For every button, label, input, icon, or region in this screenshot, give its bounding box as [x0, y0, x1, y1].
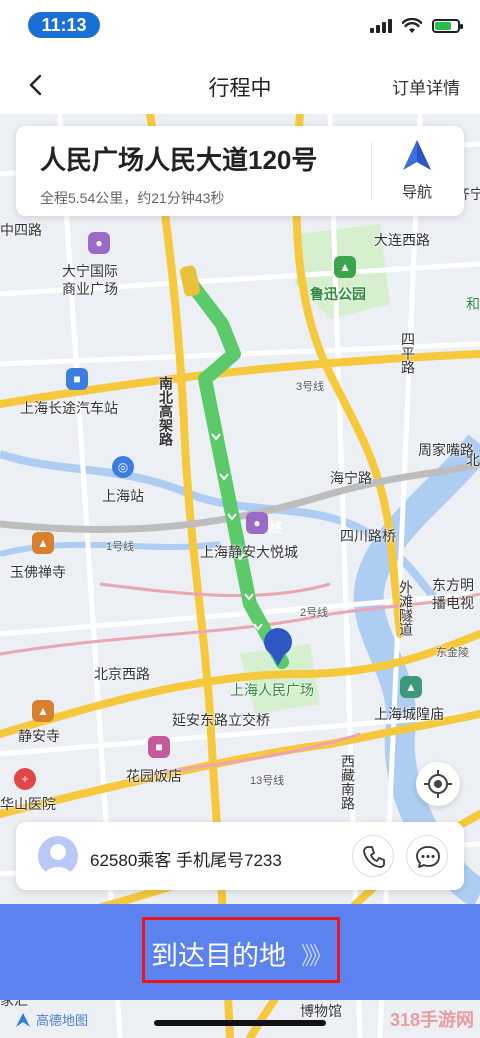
- map-label-haining: 海宁路: [330, 470, 372, 486]
- navigation-arrow-icon: [403, 140, 431, 170]
- double-chevron-icon: 》》: [301, 943, 333, 970]
- amap-logo-text: 高德地图: [36, 1013, 89, 1028]
- map-label-jinling: 东金陵: [436, 647, 469, 659]
- phone-icon: [363, 846, 385, 868]
- message-icon: [416, 846, 440, 868]
- locate-icon: [424, 770, 452, 798]
- map-label-siping: 四平路: [400, 332, 416, 374]
- map-label-waitan: 外滩隧道: [398, 580, 414, 636]
- status-icons: [370, 18, 463, 34]
- map-label-garden-hotel: 花园饭店: [126, 768, 182, 784]
- status-time: 11:13: [28, 12, 100, 38]
- locate-button[interactable]: [416, 762, 460, 806]
- map-label-oriental: 东方明 播电视: [432, 577, 474, 611]
- avatar: [38, 836, 78, 876]
- hotel-poi-icon: ■: [148, 736, 170, 758]
- map-label-huashan: 华山医院: [0, 796, 56, 812]
- nav-bar: 行程中 订单详情: [0, 56, 480, 114]
- map-label-coach: 上海长途汽车站: [20, 400, 118, 416]
- map-label-yanan: 延安东路立交桥: [172, 712, 270, 728]
- map-label-line13: 13号线: [250, 775, 285, 787]
- park-poi-icon: ▲: [334, 256, 356, 278]
- map-label-jingan-temple: 静安寺: [18, 728, 60, 744]
- amap-logo-icon: [16, 1012, 30, 1027]
- map-label-city-god: 上海城隍庙: [374, 706, 444, 722]
- bottom-strip: 高德地图 318手游网: [0, 1000, 480, 1038]
- highlight-box: 到达目的地 》》: [142, 917, 340, 983]
- message-button[interactable]: [406, 835, 448, 877]
- wifi-icon: [402, 18, 422, 33]
- train-poi-icon: ◎: [112, 456, 134, 478]
- map-label-jade-temple: 玉佛禅寺: [10, 564, 66, 580]
- map-label-luxun: 鲁迅公园: [310, 286, 366, 302]
- temple-poi-icon: ▲: [32, 532, 54, 554]
- order-detail-link[interactable]: 订单详情: [392, 74, 460, 99]
- map-label-jingan-joy: 上海静安大悦城: [200, 544, 298, 560]
- map-label-bei: 北: [466, 452, 480, 468]
- passenger-info: 62580乘客 手机尾号7233: [90, 851, 282, 870]
- map-label-line1: 1号线: [106, 541, 135, 553]
- map-label-daning: 大宁国际 商业广场: [62, 263, 118, 297]
- call-button[interactable]: [352, 835, 394, 877]
- route-summary: 全程5.54公里，约21分钟43秒: [40, 190, 225, 206]
- home-indicator[interactable]: [154, 1020, 326, 1026]
- hospital-poi-icon: +: [14, 768, 36, 790]
- passenger-card: 62580乘客 手机尾号7233: [16, 822, 464, 890]
- mall-poi-icon: ●: [246, 512, 268, 534]
- map-label-sichuan-bridge: 四川路桥: [340, 528, 396, 544]
- map-label-beijing-rd: 北京西路: [94, 666, 150, 682]
- map-label-station: 上海站: [102, 488, 144, 504]
- arrive-destination-button[interactable]: 到达目的地 》》: [0, 904, 480, 1000]
- map-label-xizang: 西藏南路: [340, 754, 356, 810]
- card-divider: [371, 142, 372, 200]
- status-bar: 11:13: [0, 0, 480, 56]
- signal-icon: [370, 19, 392, 33]
- map-label-dalian: 大连西路: [374, 232, 430, 248]
- arrive-label: 到达目的地: [151, 941, 286, 971]
- watermark: 318手游网: [389, 1010, 474, 1030]
- map-label-highway: 南北高架路: [158, 376, 174, 446]
- map-canvas: [0, 114, 480, 1038]
- battery-icon: [432, 19, 463, 33]
- user-icon: [44, 844, 72, 876]
- map-label-end-marker: 终: [269, 520, 283, 536]
- map-label-zhongshan-short: 中四路: [0, 222, 42, 238]
- map-label-line2: 2号线: [300, 607, 329, 619]
- destination-name: 人民广场人民大道120号: [40, 145, 318, 175]
- map-label-he: 和: [466, 296, 480, 312]
- temple-poi-icon-2: ▲: [32, 700, 54, 722]
- map-view[interactable]: 大宁国际 商业广场 ● 大连西路 鲁迅公园 ▲ ■ 上海长途汽车站 南北高架路 …: [0, 114, 480, 1038]
- destination-card: 人民广场人民大道120号 全程5.54公里，约21分钟43秒 导航: [16, 126, 464, 216]
- shopping-poi-icon: ●: [88, 232, 110, 254]
- landmark-poi-icon: ▲: [400, 676, 422, 698]
- map-label-line3: 3号线: [296, 381, 325, 393]
- amap-logo: 高德地图: [14, 1010, 88, 1029]
- navigation-button[interactable]: 导航: [384, 138, 450, 204]
- navigation-label: 导航: [401, 184, 432, 201]
- map-label-peoples-square: 上海人民广场: [230, 682, 314, 698]
- bus-poi-icon: ■: [66, 368, 88, 390]
